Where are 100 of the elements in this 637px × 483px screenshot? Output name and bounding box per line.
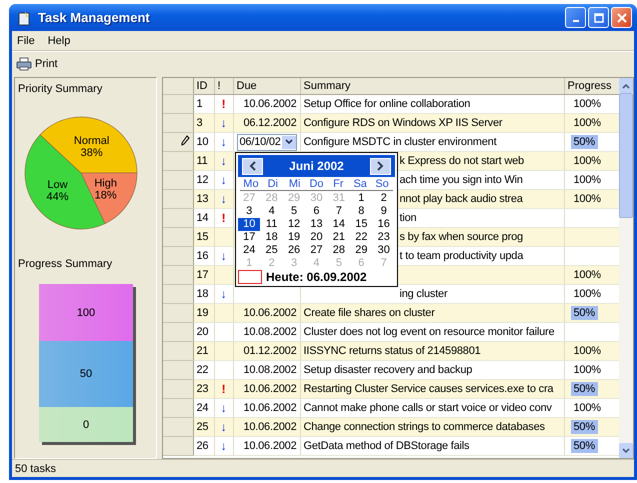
column-header[interactable]: ID	[193, 78, 214, 94]
task-summary: Restarting Cluster Service causes services.exe to cra	[304, 383, 554, 395]
pencil-icon	[180, 134, 190, 146]
task-summary: Configure MSDTC in cluster environment	[304, 136, 496, 148]
weekday-label: Di	[266, 178, 279, 190]
priority-mark: ↓	[220, 154, 226, 168]
calendar-day[interactable]: 7	[328, 205, 350, 218]
calendar-day[interactable]: 21	[328, 231, 350, 244]
column-header[interactable]: Progress	[564, 78, 619, 94]
due-date: 10.06.2002	[243, 98, 296, 110]
calendar-day[interactable]: 1	[350, 192, 373, 205]
today-link[interactable]: Heute: 06.09.2002	[266, 270, 367, 284]
table-cell: 13	[193, 190, 214, 208]
menu-item[interactable]: File	[17, 34, 35, 46]
due-date: 10.06.2002	[243, 402, 296, 414]
table-cell: 11	[193, 152, 214, 170]
progress-value: 100%	[572, 344, 602, 358]
calendar-day[interactable]: 11	[260, 218, 283, 231]
calendar-day[interactable]: 17	[238, 231, 260, 244]
column-header[interactable]: !	[214, 78, 233, 94]
scroll-down-button[interactable]	[619, 443, 633, 458]
column-header[interactable]: Summary	[300, 78, 564, 94]
priority-mark: ↓	[220, 287, 226, 301]
calendar-day[interactable]: 8	[350, 205, 373, 218]
table-cell: 17	[193, 266, 214, 284]
calendar-day[interactable]: 26	[282, 244, 306, 257]
calendar-day[interactable]: 9	[372, 205, 395, 218]
table-cell: 15	[193, 228, 214, 246]
priority-mark: ↓	[220, 192, 226, 206]
task-summary: Cluster does not log event on resource monitor failure	[304, 326, 554, 338]
row-header	[163, 78, 193, 94]
task-summary: s by fax when source prog	[400, 231, 523, 243]
task-summary: GetData method of DBStorage fails	[304, 440, 470, 452]
calendar-day[interactable]: 4	[260, 205, 283, 218]
priority-mark: ↓	[220, 439, 226, 453]
progress-value: 50%	[570, 420, 598, 434]
slice-label: High 18%	[94, 178, 117, 202]
calendar-day[interactable]: 2	[372, 192, 395, 205]
scroll-up-button[interactable]	[619, 78, 633, 93]
task-summary: nnot play back audio strea	[400, 193, 523, 205]
calendar-day[interactable]: 12	[282, 218, 306, 231]
calendar-day[interactable]: 10	[238, 218, 260, 231]
calendar-day[interactable]: 19	[282, 231, 306, 244]
progress-value: 100%	[572, 173, 602, 187]
calendar-day[interactable]: 28	[328, 244, 350, 257]
progress-value: 100%	[572, 154, 602, 168]
date-dropdown[interactable]: 06/10/02	[236, 134, 296, 150]
due-date: 10.06.2002	[243, 421, 296, 433]
weekday-label: Do	[308, 178, 325, 190]
calendar-day[interactable]: 20	[305, 231, 328, 244]
calendar-day[interactable]: 6	[305, 205, 328, 218]
calendar-day[interactable]: 3	[238, 205, 260, 218]
previous-month-button[interactable]	[242, 158, 263, 174]
printer-icon	[16, 56, 32, 70]
task-summary: Create file shares on cluster	[304, 307, 435, 319]
slice-label: Low 44%	[46, 179, 69, 204]
due-date: 10.08.2002	[243, 364, 296, 376]
calendar-day[interactable]: 23	[372, 231, 395, 244]
calendar-day[interactable]: 13	[305, 218, 328, 231]
calendar-day[interactable]: 25	[260, 244, 283, 257]
calendar-day[interactable]: 24	[238, 244, 260, 257]
table-cell: 3	[193, 114, 214, 132]
priority-mark: ↓	[220, 249, 226, 263]
vertical-scrollbar[interactable]	[619, 78, 633, 458]
progress-value: 50%	[570, 306, 598, 320]
calendar-day[interactable]: 5	[282, 205, 306, 218]
calendar-day[interactable]: 27	[305, 244, 328, 257]
task-summary: t to team productivity upda	[400, 250, 524, 262]
slice-label: Normal 38%	[74, 134, 110, 159]
print-button[interactable]: Print	[14, 56, 60, 72]
calendar-day[interactable]: 14	[328, 218, 350, 231]
chevron-down-icon	[622, 448, 630, 454]
calendar-day[interactable]: 18	[260, 231, 283, 244]
maximize-button[interactable]	[588, 7, 609, 28]
today-marker-icon	[238, 270, 262, 284]
priority-mark: ↓	[220, 116, 226, 130]
weekday-label: Sa	[352, 178, 368, 190]
scroll-thumb[interactable]	[619, 93, 633, 218]
menu-item[interactable]: Help	[48, 34, 70, 46]
chevron-up-icon	[622, 82, 630, 88]
task-summary: Setup Office for online collaboration	[304, 98, 470, 110]
close-icon	[616, 12, 626, 22]
due-date: 10.06.2002	[243, 440, 296, 452]
next-month-button[interactable]	[370, 158, 391, 174]
task-summary: tion	[400, 212, 416, 224]
calendar-day[interactable]: 16	[372, 218, 395, 231]
priority-mark: !	[222, 382, 226, 396]
close-button[interactable]	[611, 7, 632, 28]
task-summary: k Express do not start web	[400, 155, 524, 167]
weekday-label: Mo	[242, 178, 260, 190]
calendar-day[interactable]: 29	[350, 244, 373, 257]
progress-value: 100%	[572, 116, 602, 130]
column-header[interactable]: Due	[233, 78, 300, 94]
task-summary: Setup disaster recovery and backup	[304, 364, 472, 376]
minimize-button[interactable]	[565, 7, 586, 28]
row-header[interactable]	[163, 132, 193, 152]
calendar-day[interactable]: 15	[350, 218, 373, 231]
calendar-day[interactable]: 22	[350, 231, 373, 244]
weekday-label: So	[374, 178, 390, 190]
calendar-day[interactable]: 30	[372, 244, 395, 257]
